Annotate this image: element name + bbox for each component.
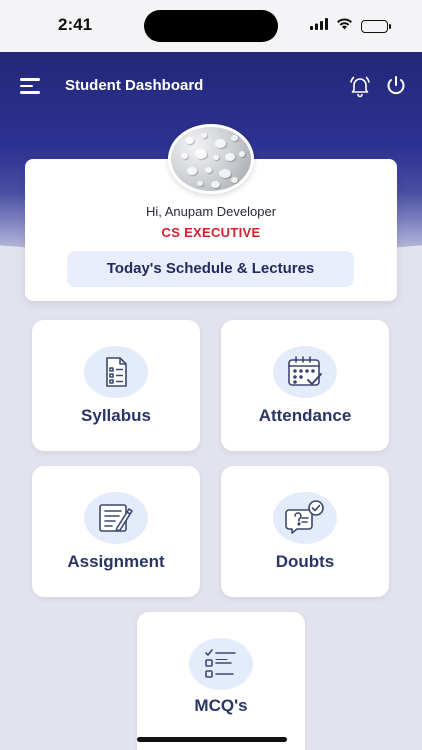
syllabus-label: Syllabus xyxy=(81,406,151,425)
page-title: Student Dashboard xyxy=(65,77,204,94)
battery-icon xyxy=(361,19,391,33)
attendance-label: Attendance xyxy=(258,406,352,425)
mcq-tile[interactable]: MCQ's xyxy=(137,612,305,750)
dynamic-island xyxy=(144,10,278,42)
course-name: CS EXECUTIVE xyxy=(161,225,261,240)
avatar[interactable] xyxy=(168,124,254,194)
greeting-text: Hi, Anupam Developer xyxy=(145,204,277,219)
todays-schedule-button[interactable]: Today's Schedule & Lectures xyxy=(67,251,354,287)
signal-icon xyxy=(310,17,328,35)
app-bar: Student Dashboard xyxy=(0,70,422,102)
doubts-tile[interactable]: Doubts xyxy=(221,466,389,597)
home-indicator[interactable] xyxy=(137,737,287,742)
menu-icon[interactable] xyxy=(20,78,40,94)
syllabus-icon xyxy=(84,346,148,398)
mcq-checklist-icon xyxy=(189,638,253,690)
calendar-check-icon xyxy=(273,346,337,398)
syllabus-tile[interactable]: Syllabus xyxy=(32,320,200,451)
assignment-icon xyxy=(84,492,148,544)
notification-bell-icon[interactable] xyxy=(348,74,372,98)
assignment-tile[interactable]: Assignment xyxy=(32,466,200,597)
attendance-tile[interactable]: Attendance xyxy=(221,320,389,451)
doubts-label: Doubts xyxy=(275,552,335,571)
doubts-chat-icon xyxy=(273,492,337,544)
wifi-icon xyxy=(336,17,353,35)
status-bar: 2:41 xyxy=(0,0,422,52)
assignment-label: Assignment xyxy=(67,552,165,571)
power-logout-icon[interactable] xyxy=(384,74,408,98)
status-time: 2:41 xyxy=(58,15,93,34)
mcq-label: MCQ's xyxy=(194,696,248,715)
status-icons xyxy=(310,17,391,35)
